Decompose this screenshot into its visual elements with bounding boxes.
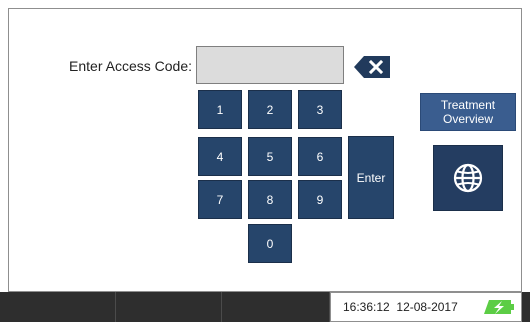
key-0[interactable]: 0 [248,224,292,263]
battery-charging-icon [484,300,514,314]
key-5[interactable]: 5 [248,137,292,176]
time-value: 16:36:12 [343,300,390,314]
language-button[interactable] [433,145,503,211]
access-code-label: Enter Access Code: [69,58,192,74]
treatment-overview-button[interactable]: Treatment Overview [420,93,516,131]
treatment-overview-line1: Treatment [440,98,496,112]
status-segment-1[interactable] [0,292,116,322]
key-3[interactable]: 3 [298,90,342,129]
datetime-text: 16:36:12 12-08-2017 [343,300,458,314]
key-4[interactable]: 4 [198,137,242,176]
key-8[interactable]: 8 [248,180,292,219]
globe-icon [453,163,483,193]
key-6[interactable]: 6 [298,137,342,176]
key-2[interactable]: 2 [248,90,292,129]
backspace-icon[interactable] [354,56,390,78]
key-9[interactable]: 9 [298,180,342,219]
treatment-overview-line2: Overview [442,112,493,126]
date-value: 12-08-2017 [396,300,458,314]
key-1[interactable]: 1 [198,90,242,129]
datetime-panel: 16:36:12 12-08-2017 [330,292,522,322]
enter-button[interactable]: Enter [348,136,394,219]
access-code-field[interactable] [196,46,344,84]
status-segment-2[interactable] [116,292,222,322]
status-segment-3[interactable] [222,292,330,322]
key-7[interactable]: 7 [198,180,242,219]
